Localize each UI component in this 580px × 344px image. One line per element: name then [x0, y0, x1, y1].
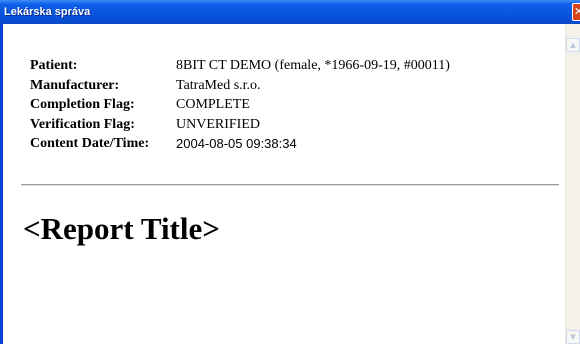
field-value: TatraMed s.r.o. — [176, 77, 261, 93]
close-button[interactable]: ✕ — [572, 3, 580, 21]
scroll-up-button[interactable]: ▲ — [566, 38, 580, 52]
window-title: Lekárska správa — [4, 6, 91, 18]
field-patient: Patient: 8BIT CT DEMO (female, *1966-09-… — [30, 56, 450, 76]
field-verification-flag: Verification Flag: UNVERIFIED — [30, 115, 450, 135]
field-manufacturer: Manufacturer: TatraMed s.r.o. — [30, 76, 450, 96]
report-content: Patient: 8BIT CT DEMO (female, *1966-09-… — [3, 24, 562, 344]
field-label: Completion Flag: — [30, 97, 135, 112]
field-value: UNVERIFIED — [176, 116, 260, 132]
vertical-scrollbar[interactable]: ▲ ▼ — [565, 24, 580, 344]
report-title: <Report Title> — [23, 211, 220, 246]
field-label: Verification Flag: — [30, 116, 135, 132]
chevron-up-icon: ▲ — [570, 41, 576, 49]
field-content-datetime: Content Date/Time: 2004-08-05 09:38:34 — [30, 134, 450, 154]
field-completion-flag: Completion Flag: COMPLETE — [30, 95, 450, 115]
close-icon: ✕ — [574, 5, 580, 19]
report-window: Lekárska správa ✕ Patient: 8BIT CT DEMO … — [0, 0, 580, 344]
scroll-down-button[interactable]: ▼ — [566, 330, 580, 344]
field-value: COMPLETE — [176, 97, 250, 112]
field-value: 8BIT CT DEMO (female, *1966-09-19, #0001… — [176, 58, 450, 73]
chevron-down-icon: ▼ — [570, 333, 576, 341]
field-value: 2004-08-05 09:38:34 — [176, 136, 297, 151]
field-label: Patient: — [30, 58, 78, 73]
separator-line — [21, 184, 559, 186]
report-metadata: Patient: 8BIT CT DEMO (female, *1966-09-… — [30, 56, 450, 154]
window-titlebar[interactable]: Lekárska správa ✕ — [0, 0, 580, 24]
field-label: Content Date/Time: — [30, 136, 150, 151]
field-label: Manufacturer: — [30, 77, 120, 93]
